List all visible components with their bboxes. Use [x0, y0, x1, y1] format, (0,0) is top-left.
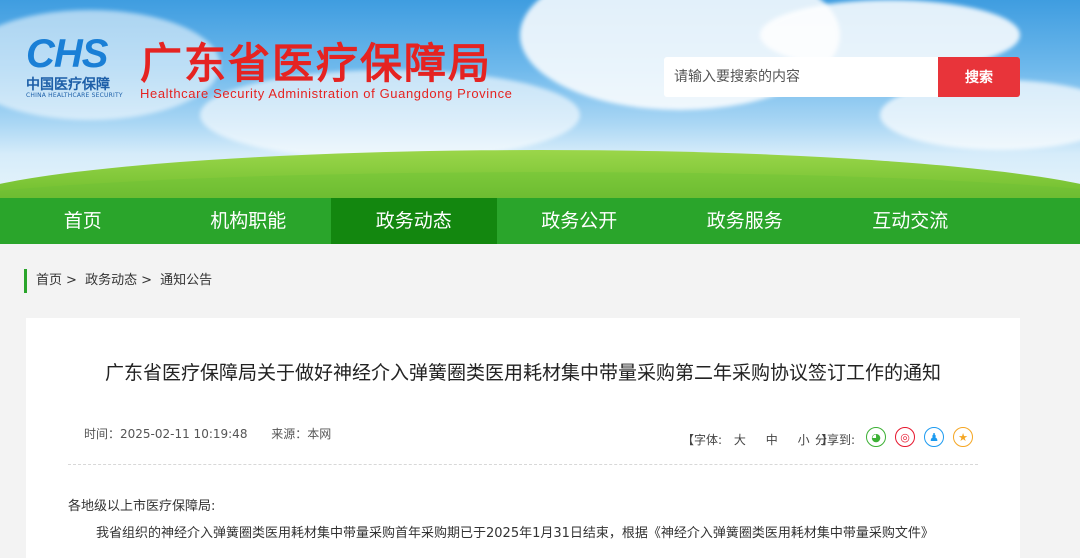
chs-logo[interactable]: CHS 中国医疗保障 CHINA HEALTHCARE SECURITY — [26, 34, 132, 102]
site-header: CHS 中国医疗保障 CHINA HEALTHCARE SECURITY 广东省… — [0, 0, 1080, 198]
breadcrumb: 首页 > 政务动态 > 通知公告 — [24, 269, 216, 293]
font-size-control: 【字体: 大 中 小 】 — [682, 431, 833, 448]
breadcrumb-separator: > — [66, 273, 77, 288]
logo-en-text: CHINA HEALTHCARE SECURITY — [26, 92, 123, 99]
qzone-icon[interactable]: ★ — [953, 427, 973, 447]
font-medium-button[interactable]: 中 — [766, 433, 778, 447]
nav-item-services[interactable]: 政务服务 — [662, 198, 828, 244]
font-small-button[interactable]: 小 — [798, 433, 810, 447]
breadcrumb-home[interactable]: 首页 — [36, 273, 62, 288]
wechat-icon[interactable]: ◕ — [866, 427, 886, 447]
site-title: 广东省医疗保障局 — [140, 39, 493, 88]
nav-item-interaction[interactable]: 互动交流 — [828, 198, 994, 244]
nav-item-functions[interactable]: 机构职能 — [166, 198, 332, 244]
logo-cn-text: 中国医疗保障 — [26, 77, 110, 93]
breadcrumb-notices[interactable]: 通知公告 — [160, 273, 212, 288]
nav-item-disclosure[interactable]: 政务公开 — [497, 198, 663, 244]
breadcrumb-news[interactable]: 政务动态 — [85, 273, 137, 288]
site-subtitle: Healthcare Security Administration of Gu… — [140, 86, 513, 101]
search-bar: 搜索 — [664, 57, 1020, 97]
article-title: 广东省医疗保障局关于做好神经介入弹簧圈类医用耗材集中带量采购第二年采购协议签订工… — [104, 362, 941, 384]
article-card: 广东省医疗保障局关于做好神经介入弹簧圈类医用耗材集中带量采购第二年采购协议签订工… — [26, 318, 1020, 558]
breadcrumb-separator: > — [141, 273, 152, 288]
search-input[interactable] — [664, 57, 938, 97]
share-label: 分享到: — [815, 433, 856, 447]
logo-mark: CHS — [26, 32, 108, 76]
font-label: 【字体: — [682, 433, 723, 447]
search-button[interactable]: 搜索 — [938, 57, 1020, 97]
article-paragraph: 我省组织的神经介入弹簧圈类医用耗材集中带量采购首年采购期已于2025年1月31日… — [96, 526, 934, 541]
article-meta: 时间：2025-02-11 10:19:48 来源：本网 — [84, 425, 351, 442]
publish-time: 时间：2025-02-11 10:19:48 — [84, 427, 248, 441]
font-large-button[interactable]: 大 — [734, 433, 746, 447]
article-salutation: 各地级以上市医疗保障局: — [68, 499, 216, 514]
weibo-icon[interactable]: ◎ — [895, 427, 915, 447]
nav-item-news[interactable]: 政务动态 — [331, 198, 497, 244]
qq-icon[interactable]: ♟ — [924, 427, 944, 447]
article-source: 来源：本网 — [271, 427, 332, 441]
main-nav: 首页 机构职能 政务动态 政务公开 政务服务 互动交流 — [0, 198, 1080, 244]
divider — [68, 464, 978, 465]
nav-item-home[interactable]: 首页 — [0, 198, 166, 244]
